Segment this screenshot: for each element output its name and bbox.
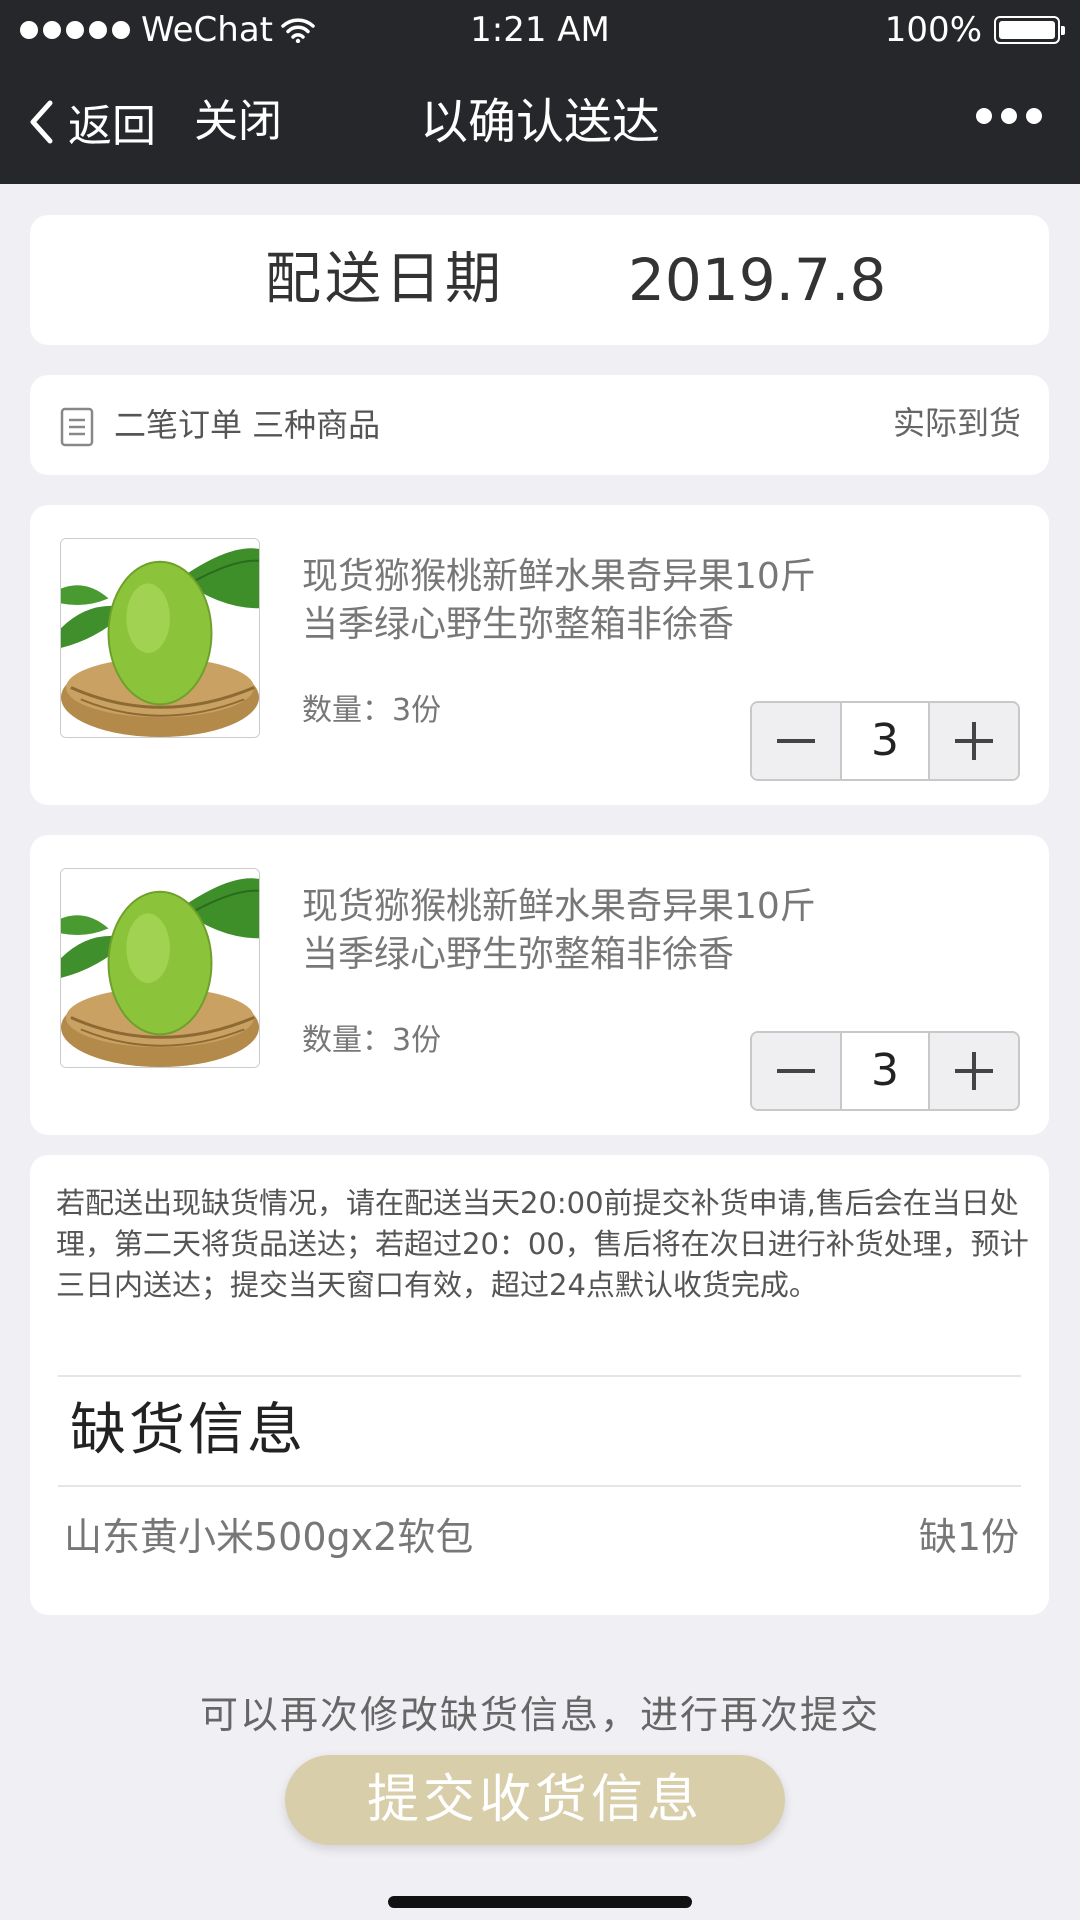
shortage-title: 缺货信息: [70, 1398, 306, 1463]
product-card: 现货猕猴桃新鲜水果奇异果10斤 当季绿心野生弥整箱非徐香 数量：3份 3: [30, 835, 1049, 1135]
more-dots-icon[interactable]: [976, 108, 1042, 124]
quantity-value[interactable]: 3: [840, 1033, 930, 1109]
plus-icon: [955, 722, 993, 760]
product-name: 现货猕猴桃新鲜水果奇异果10斤 当季绿心野生弥整箱非徐香: [302, 553, 902, 649]
kiwi-product-image: [60, 538, 260, 738]
document-icon: [60, 407, 94, 447]
shortage-notice-text: 若配送出现缺货情况，请在配送当天20:00前提交补货申请,售后会在当日处理，第二…: [56, 1186, 1029, 1302]
quantity-value[interactable]: 3: [840, 703, 930, 779]
delivery-date-value: 2019.7.8: [628, 246, 887, 314]
close-button[interactable]: 关闭: [194, 60, 282, 184]
kiwi-product-image: [60, 868, 260, 1068]
increment-button[interactable]: [930, 703, 1018, 779]
product-quantity-text: 数量：3份: [302, 693, 442, 728]
home-indicator: [388, 1896, 692, 1908]
product-name-line-2: 当季绿心野生弥整箱非徐香: [302, 604, 735, 645]
quantity-stepper: 3: [750, 701, 1020, 781]
plus-icon: [955, 1052, 993, 1090]
minus-icon: [777, 739, 815, 743]
order-summary-card: 二笔订单 三种商品 实际到货: [30, 375, 1049, 475]
product-name-line-1: 现货猕猴桃新鲜水果奇异果10斤: [302, 886, 816, 927]
status-right: 100%: [884, 0, 1065, 60]
product-name-line-2: 当季绿心野生弥整箱非徐香: [302, 934, 735, 975]
decrement-button[interactable]: [752, 1033, 840, 1109]
product-name: 现货猕猴桃新鲜水果奇异果10斤 当季绿心野生弥整箱非徐香: [302, 883, 902, 979]
back-button[interactable]: 返回: [28, 60, 156, 184]
status-bar: WeChat 1:21 AM 100%: [0, 0, 1080, 60]
increment-button[interactable]: [930, 1033, 1018, 1109]
page-title: 以确认送达: [419, 94, 660, 150]
product-card: 现货猕猴桃新鲜水果奇异果10斤 当季绿心野生弥整箱非徐香 数量：3份 3: [30, 505, 1049, 805]
battery-icon: [994, 16, 1065, 44]
delivery-date-label: 配送日期: [265, 247, 505, 312]
nav-bar: 返回 关闭 以确认送达: [0, 60, 1080, 184]
resubmit-hint: 可以再次修改缺货信息，进行再次提交: [199, 1693, 880, 1737]
decrement-button[interactable]: [752, 703, 840, 779]
chevron-left-icon: [30, 100, 53, 144]
shortage-item-quantity[interactable]: 缺1份: [919, 1487, 1019, 1587]
product-quantity-text: 数量：3份: [302, 1023, 442, 1058]
battery-percent: 100%: [884, 10, 982, 50]
product-name-line-1: 现货猕猴桃新鲜水果奇异果10斤: [302, 556, 816, 597]
quantity-stepper: 3: [750, 1031, 1020, 1111]
delivery-date-card: 配送日期 2019.7.8: [30, 215, 1049, 345]
minus-icon: [777, 1069, 815, 1073]
submit-receipt-button[interactable]: 提交收货信息: [285, 1755, 785, 1845]
actual-arrival-label: 实际到货: [892, 404, 1021, 442]
shortage-item-name[interactable]: 山东黄小米500gx2软包: [64, 1487, 473, 1587]
back-label: 返回: [68, 101, 156, 152]
order-summary-text: 二笔订单 三种商品: [114, 406, 381, 444]
shortage-info-card: 若配送出现缺货情况，请在配送当天20:00前提交补货申请,售后会在当日处理，第二…: [30, 1155, 1049, 1615]
